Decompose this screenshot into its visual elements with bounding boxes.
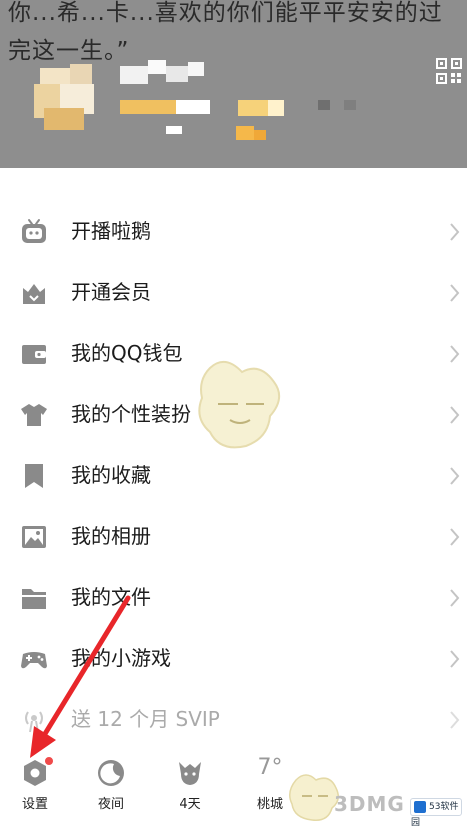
menu-item-wallet[interactable]: 我的QQ钱包 [0, 323, 467, 384]
menu-item-theme[interactable]: 我的个性装扮 [0, 384, 467, 445]
profile-signature[interactable]: 你...希...卡...喜欢的你们能平平安安的过完这一生。” [8, 0, 458, 70]
menu-item-svip-gift[interactable]: 送 12 个月 SVIP [0, 689, 467, 750]
toolbar-label: 夜间 [97, 797, 124, 812]
toolbar-label: 设置 [21, 797, 48, 812]
menu-item-live[interactable]: 开播啦鹅 [0, 201, 467, 262]
menu-item-favorites[interactable]: 我的收藏 [0, 445, 467, 506]
chevron-right-icon [450, 284, 460, 302]
chevron-right-icon [450, 528, 460, 546]
menu-item-files[interactable]: 我的文件 [0, 567, 467, 628]
menu-item-label: 我的相册 [71, 524, 151, 548]
profile-header: 你...希...卡...喜欢的你们能平平安安的过完这一生。” [0, 0, 467, 168]
chevron-right-icon [450, 467, 460, 485]
menu-item-label: 我的文件 [71, 585, 151, 609]
menu-item-label: 我的小游戏 [71, 646, 171, 670]
broadcast-icon [25, 711, 43, 733]
photo-icon [22, 526, 46, 548]
night-mode-button[interactable]: 夜间 [76, 752, 146, 822]
menu-item-album[interactable]: 我的相册 [0, 506, 467, 567]
pet-days-button[interactable]: 4天 [155, 752, 225, 822]
menu-item-label: 送 12 个月 SVIP [71, 707, 220, 731]
gamepad-icon [21, 652, 47, 669]
pet-icon [179, 762, 201, 785]
menu-item-label: 开播啦鹅 [71, 219, 151, 243]
shirt-icon [21, 404, 47, 426]
chevron-right-icon [450, 589, 460, 607]
chevron-right-icon [450, 345, 460, 363]
menu-item-label: 开通会员 [71, 280, 151, 304]
tv-icon [22, 219, 46, 243]
settings-button[interactable]: 设置 [0, 752, 70, 822]
menu-item-vip[interactable]: 开通会员 [0, 262, 467, 323]
chevron-right-icon [450, 650, 460, 668]
folder-icon [22, 589, 46, 609]
crown-bag-icon [23, 284, 45, 304]
watermark-53-logo: 53软件园 [410, 798, 462, 826]
menu-item-label: 我的收藏 [71, 463, 151, 487]
avatar[interactable] [30, 64, 98, 132]
qr-code-icon[interactable] [436, 58, 462, 84]
watermark-3dm-logo: 3DMG [334, 792, 405, 816]
menu-item-games[interactable]: 我的小游戏 [0, 628, 467, 689]
menu-item-label: 我的个性装扮 [71, 402, 191, 426]
moon-icon [98, 760, 124, 786]
notification-dot [44, 756, 54, 766]
chevron-right-icon [450, 223, 460, 241]
chevron-right-icon [450, 711, 460, 729]
bookmark-icon [25, 464, 43, 488]
drawer-menu: 开播啦鹅 开通会员 我的QQ钱包 我的个性装扮 我的收藏 我的相册 我的文件 我… [0, 170, 467, 750]
chevron-right-icon [450, 406, 460, 424]
wallet-icon [22, 345, 46, 364]
menu-item-label: 我的QQ钱包 [71, 341, 183, 365]
toolbar-label: 4天 [179, 797, 201, 812]
